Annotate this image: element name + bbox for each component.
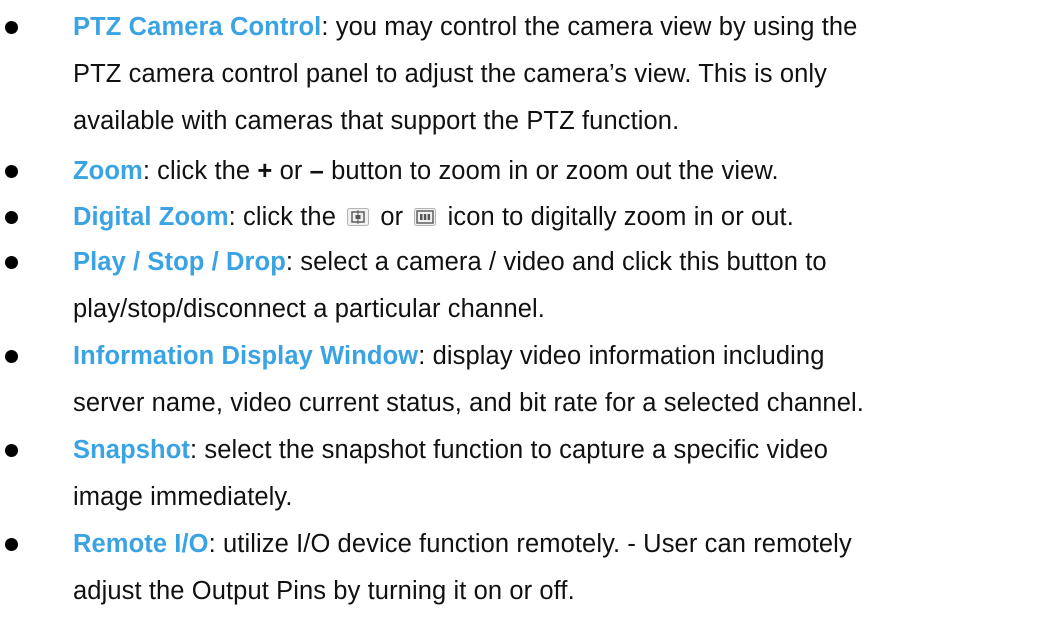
bullet-icon: [5, 538, 18, 551]
item-line: available with cameras that support the …: [73, 106, 679, 136]
plus-symbol: +: [257, 157, 273, 185]
item-term: Digital Zoom: [73, 203, 229, 231]
item-line: image immediately.: [73, 482, 293, 512]
item-text: image immediately.: [73, 483, 293, 511]
item-text: : utilize I/O device function remotely. …: [208, 530, 852, 558]
item-term: PTZ Camera Control: [73, 13, 322, 41]
item-text: play/stop/disconnect a particular channe…: [73, 295, 545, 323]
item-text: button to zoom in or zoom out the view.: [323, 157, 779, 185]
item-line: Play / Stop / Drop: select a camera / vi…: [73, 247, 827, 277]
item-line: Zoom: click the + or – button to zoom in…: [73, 156, 779, 186]
minus-symbol: –: [309, 157, 324, 185]
item-text: : click the: [228, 203, 344, 231]
item-term: Zoom: [73, 157, 143, 185]
item-text: or: [373, 203, 411, 231]
item-text: : you may control the camera view by usi…: [321, 13, 858, 41]
item-text: : select a camera / video and click this…: [285, 248, 827, 276]
item-text: PTZ camera control panel to adjust the c…: [73, 60, 827, 88]
item-text: : click the: [142, 157, 258, 185]
item-line: Remote I/O: utilize I/O device function …: [73, 529, 852, 559]
item-term: Snapshot: [73, 436, 190, 464]
item-text: or: [272, 157, 310, 185]
item-line: play/stop/disconnect a particular channe…: [73, 294, 545, 324]
digital-zoom-out-icon: [414, 208, 437, 226]
digital-zoom-in-icon: [347, 208, 370, 226]
item-line: Snapshot: select the snapshot function t…: [73, 435, 828, 465]
bullet-icon: [5, 21, 18, 34]
item-text: icon to digitally zoom in or out.: [440, 203, 794, 231]
item-line: PTZ Camera Control: you may control the …: [73, 12, 857, 42]
bullet-icon: [5, 350, 18, 363]
item-text: available with cameras that support the …: [73, 107, 680, 135]
item-term: Play / Stop / Drop: [73, 248, 286, 276]
item-line: Digital Zoom: click the or icon to digit…: [73, 202, 794, 232]
bullet-icon: [5, 165, 18, 178]
feature-list: PTZ Camera Control: you may control the …: [0, 0, 1057, 617]
item-term: Remote I/O: [73, 530, 209, 558]
bullet-icon: [5, 211, 18, 224]
item-line: Information Display Window: display vide…: [73, 341, 824, 371]
item-line: PTZ camera control panel to adjust the c…: [73, 59, 827, 89]
bullet-icon: [5, 444, 18, 457]
item-text: : display video information including: [418, 342, 825, 370]
item-term: Information Display Window: [73, 342, 419, 370]
bullet-icon: [5, 256, 18, 269]
item-line: server name, video current status, and b…: [73, 388, 864, 418]
item-line: adjust the Output Pins by turning it on …: [73, 576, 575, 606]
item-text: server name, video current status, and b…: [73, 389, 864, 417]
item-text: : select the snapshot function to captur…: [189, 436, 828, 464]
item-text: adjust the Output Pins by turning it on …: [73, 577, 575, 605]
